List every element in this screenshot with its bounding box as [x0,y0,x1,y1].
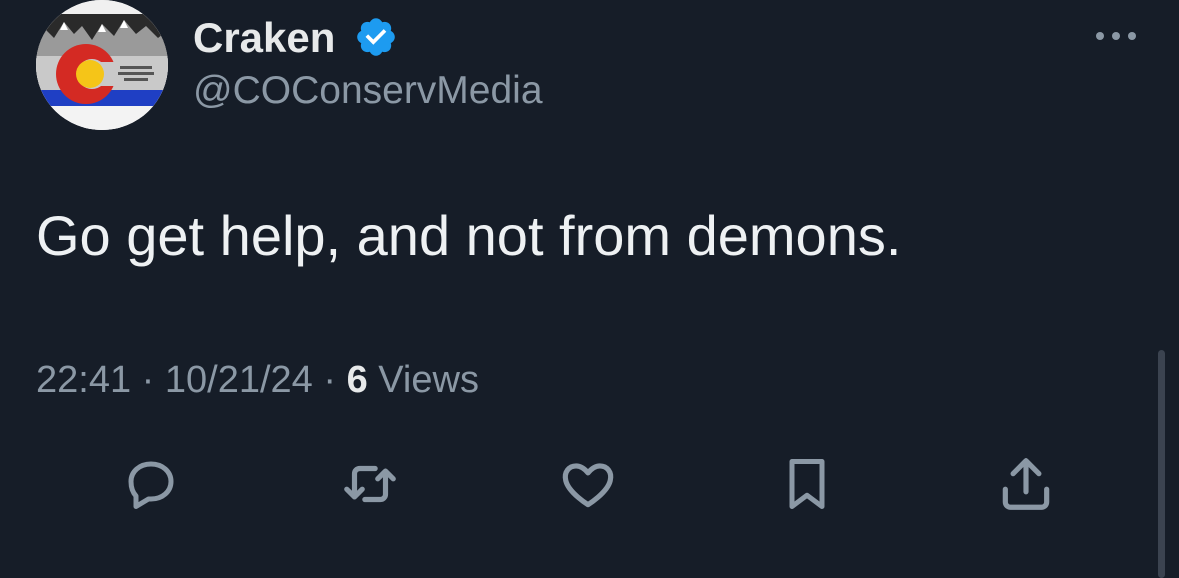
like-icon [562,463,614,508]
reply-button[interactable] [115,448,187,520]
display-name[interactable]: Craken [193,12,335,64]
handle[interactable]: @COConservMedia [193,66,543,116]
more-options-icon[interactable] [1090,18,1142,54]
tweet-meta: 22:41 · 10/21/24 · 6 Views [36,354,479,406]
colorado-flag-logo [36,0,168,130]
share-button[interactable] [990,448,1062,520]
retweet-icon [344,465,396,503]
views-label[interactable]: Views [368,359,479,401]
avatar[interactable] [36,0,168,130]
view-count[interactable]: 6 [347,359,368,401]
tweet-text: Go get help, and not from demons. [36,204,902,267]
meta-separator: · [131,359,165,401]
bookmark-icon [789,459,825,509]
scrollbar[interactable] [1158,350,1165,578]
tweet-time[interactable]: 22:41 [36,359,131,401]
verified-badge-icon [357,18,395,56]
tweet-date[interactable]: 10/21/24 [165,359,313,401]
tweet-detail: Craken @COConservMedia Go get help, and … [0,0,1179,578]
action-bar [0,440,1179,530]
bookmark-button[interactable] [771,448,843,520]
like-button[interactable] [552,448,624,520]
share-icon [1002,458,1050,510]
meta-separator: · [312,359,347,401]
retweet-button[interactable] [334,448,406,520]
reply-icon [128,461,174,509]
